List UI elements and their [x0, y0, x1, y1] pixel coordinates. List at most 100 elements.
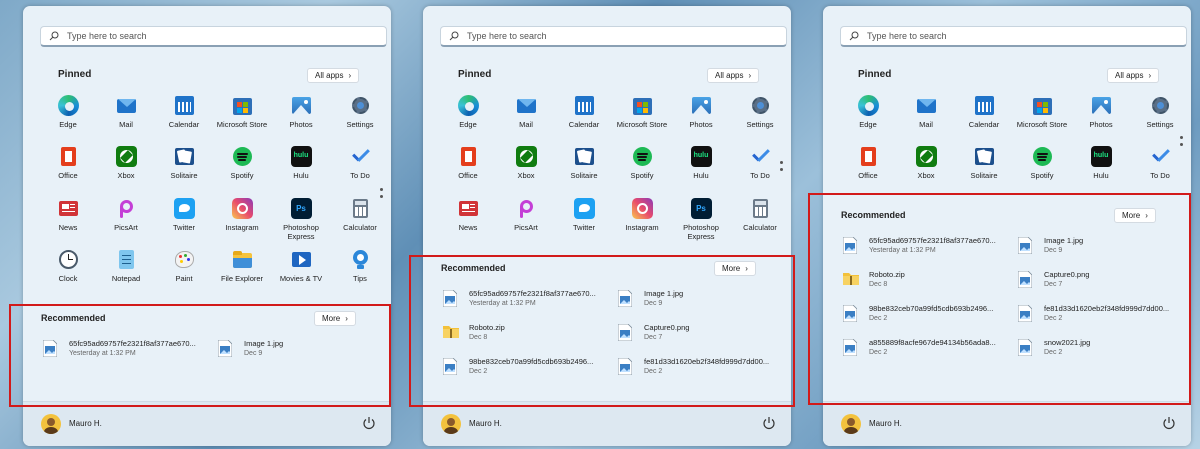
- page-indicator-dot[interactable]: [780, 168, 783, 171]
- xbox-icon: [115, 146, 137, 167]
- pinned-app[interactable]: Microsoft Store: [1010, 95, 1074, 129]
- user-name[interactable]: Mauro H.: [69, 419, 102, 428]
- mail-icon: [916, 95, 937, 116]
- app-label: Office: [458, 171, 478, 180]
- pinned-app[interactable]: News: [436, 198, 500, 232]
- all-apps-label: All apps: [1115, 71, 1144, 80]
- pinned-app[interactable]: Clock: [36, 249, 100, 283]
- pinned-app[interactable]: Edge: [836, 95, 900, 129]
- pinned-app[interactable]: Spotify: [210, 146, 274, 180]
- pinned-title: Pinned: [58, 69, 92, 80]
- pinned-app[interactable]: Settings: [728, 95, 791, 129]
- pinned-app[interactable]: Mail: [94, 95, 158, 129]
- pinned-app[interactable]: Paint: [152, 249, 216, 283]
- pinned-app[interactable]: To Do: [1128, 146, 1191, 180]
- pinned-app[interactable]: Solitaire: [152, 146, 216, 180]
- search-input[interactable]: Type here to search: [40, 26, 387, 47]
- pinned-app[interactable]: File Explorer: [210, 249, 274, 283]
- pinned-app[interactable]: News: [36, 198, 100, 232]
- search-input[interactable]: Type here to search: [440, 26, 787, 47]
- app-label: Spotify: [1030, 171, 1054, 180]
- pinned-app[interactable]: Calendar: [152, 95, 216, 129]
- page-indicator-dot[interactable]: [780, 161, 783, 164]
- search-input[interactable]: Type here to search: [840, 26, 1187, 47]
- app-label: News: [458, 223, 478, 232]
- instagram-icon: [631, 198, 653, 219]
- pinned-app[interactable]: Office: [836, 146, 900, 180]
- pinned-app[interactable]: hulu Hulu: [269, 146, 333, 180]
- pinned-app[interactable]: hulu Hulu: [669, 146, 733, 180]
- solitaire-icon: [574, 146, 595, 167]
- user-name[interactable]: Mauro H.: [869, 419, 902, 428]
- pinned-app[interactable]: Twitter: [552, 198, 616, 232]
- power-icon[interactable]: [761, 415, 777, 431]
- hulu-icon: hulu: [1090, 146, 1112, 167]
- pinned-app[interactable]: Twitter: [152, 198, 216, 232]
- app-label: Movies & TV: [279, 274, 323, 283]
- pinned-app[interactable]: Edge: [436, 95, 500, 129]
- pinned-title: Pinned: [458, 69, 492, 80]
- pinned-app[interactable]: Notepad: [94, 249, 158, 283]
- power-icon[interactable]: [361, 415, 377, 431]
- pinned-app[interactable]: Instagram: [210, 198, 274, 232]
- pinned-app[interactable]: Edge: [36, 95, 100, 129]
- pinned-app[interactable]: Calculator: [328, 198, 391, 232]
- pinned-app[interactable]: Xbox: [894, 146, 958, 180]
- user-name[interactable]: Mauro H.: [469, 419, 502, 428]
- app-label: Calculator: [743, 223, 777, 232]
- pinned-app[interactable]: Xbox: [94, 146, 158, 180]
- all-apps-button[interactable]: All apps ›: [707, 68, 760, 83]
- all-apps-label: All apps: [715, 71, 744, 80]
- all-apps-button[interactable]: All apps ›: [307, 68, 360, 83]
- pinned-app[interactable]: Solitaire: [952, 146, 1016, 180]
- page-indicator-dot[interactable]: [1180, 143, 1183, 146]
- pinned-app[interactable]: Spotify: [610, 146, 674, 180]
- pinned-app[interactable]: Settings: [328, 95, 391, 129]
- pinned-app[interactable]: Office: [36, 146, 100, 180]
- pinned-title: Pinned: [858, 69, 892, 80]
- pinned-app[interactable]: Mail: [494, 95, 558, 129]
- edge-icon: [457, 95, 479, 116]
- app-label: Twitter: [572, 223, 596, 232]
- pinned-app[interactable]: Instagram: [610, 198, 674, 232]
- pinned-app[interactable]: Xbox: [494, 146, 558, 180]
- pinned-app[interactable]: Microsoft Store: [610, 95, 674, 129]
- page-indicator-dot[interactable]: [380, 195, 383, 198]
- pinned-app[interactable]: hulu Hulu: [1069, 146, 1133, 180]
- spotify-icon: [632, 146, 653, 167]
- pinned-app[interactable]: Office: [436, 146, 500, 180]
- pinned-app[interactable]: Spotify: [1010, 146, 1074, 180]
- tips-icon: [350, 249, 371, 270]
- pinned-app[interactable]: To Do: [328, 146, 391, 180]
- pinned-app[interactable]: Settings: [1128, 95, 1191, 129]
- xbox-icon: [915, 146, 937, 167]
- pinned-app[interactable]: Tips: [328, 249, 391, 283]
- pinned-app[interactable]: Ps Photoshop Express: [269, 198, 333, 241]
- app-label: Mail: [119, 120, 133, 129]
- pinned-app[interactable]: Calendar: [952, 95, 1016, 129]
- pinned-app[interactable]: Solitaire: [552, 146, 616, 180]
- pinned-app[interactable]: Photos: [669, 95, 733, 129]
- pinned-app[interactable]: PicsArt: [94, 198, 158, 232]
- app-label: Solitaire: [970, 171, 998, 180]
- avatar[interactable]: [441, 414, 461, 434]
- avatar[interactable]: [841, 414, 861, 434]
- picsart-icon: [116, 198, 137, 219]
- pinned-app[interactable]: Calculator: [728, 198, 791, 232]
- avatar[interactable]: [41, 414, 61, 434]
- pinned-app[interactable]: Movies & TV: [269, 249, 333, 283]
- calendar-icon: [974, 95, 995, 116]
- all-apps-button[interactable]: All apps ›: [1107, 68, 1160, 83]
- pinned-app[interactable]: Photos: [1069, 95, 1133, 129]
- pinned-app[interactable]: Mail: [894, 95, 958, 129]
- pinned-app[interactable]: PicsArt: [494, 198, 558, 232]
- pinned-app[interactable]: Ps Photoshop Express: [669, 198, 733, 241]
- pinned-app[interactable]: Calendar: [552, 95, 616, 129]
- power-icon[interactable]: [1161, 415, 1177, 431]
- page-indicator-dot[interactable]: [380, 188, 383, 191]
- pinned-app[interactable]: Microsoft Store: [210, 95, 274, 129]
- pinned-app[interactable]: Photos: [269, 95, 333, 129]
- app-label: News: [58, 223, 78, 232]
- page-indicator-dot[interactable]: [1180, 136, 1183, 139]
- app-label: Xbox: [517, 171, 535, 180]
